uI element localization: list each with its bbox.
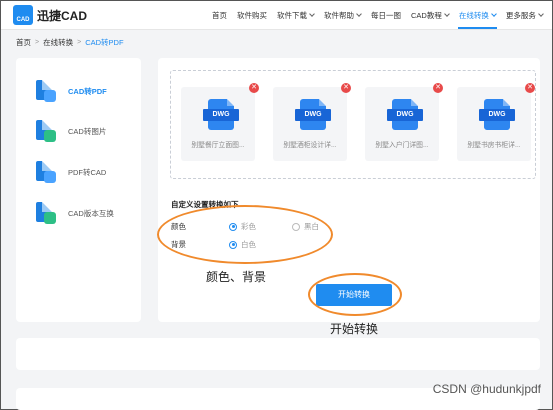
breadcrumb-separator: >	[35, 39, 40, 46]
nav-item-home[interactable]: 首页	[211, 1, 228, 29]
nav-item-online-convert[interactable]: 在线转换	[457, 1, 497, 29]
nav-label: CAD教程	[411, 10, 442, 20]
file-card[interactable]: DWG 别墅酒柜设计详... ✕	[273, 83, 351, 161]
breadcrumb-section[interactable]: 在线转换	[43, 37, 73, 48]
sidebar-item-cad-to-pdf[interactable]: CAD转PDF	[36, 80, 107, 102]
sidebar-item-cad-version[interactable]: CAD版本互换	[36, 202, 114, 224]
file-card[interactable]: DWG 别墅书房书柜详... ✕	[457, 83, 535, 161]
pdf-to-cad-icon	[36, 161, 56, 183]
file-card[interactable]: DWG 别墅入户门详图... ✕	[365, 83, 443, 161]
breadcrumb-separator: >	[77, 39, 82, 46]
sidebar-item-label: CAD转PDF	[68, 86, 107, 96]
nav-item-buy[interactable]: 软件购买	[236, 1, 268, 29]
cad-version-icon	[36, 202, 56, 224]
button-highlight-oval	[308, 273, 402, 316]
nav-item-daily[interactable]: 每日一图	[370, 1, 402, 29]
file-name: 别墅入户门详图...	[375, 142, 429, 149]
chevron-down-icon	[309, 10, 315, 17]
nav-item-help[interactable]: 软件帮助	[323, 1, 362, 29]
logo-mark-text: CAD	[16, 17, 30, 23]
chevron-down-icon	[444, 10, 450, 17]
settings-annotation: 颜色、背景	[206, 270, 267, 284]
nav-label: 软件下载	[277, 10, 307, 20]
nav-item-tutorial[interactable]: CAD教程	[410, 1, 450, 29]
chevron-down-icon	[356, 10, 362, 17]
breadcrumb-current: CAD转PDF	[85, 38, 124, 47]
file-card[interactable]: DWG 别墅餐厅立面图... ✕	[181, 83, 259, 161]
nav-label: 软件购买	[237, 10, 267, 20]
close-icon[interactable]: ✕	[433, 83, 443, 93]
nav-item-download[interactable]: 软件下载	[276, 1, 315, 29]
file-name: 别墅酒柜设计详...	[283, 142, 337, 149]
close-icon[interactable]: ✕	[341, 83, 351, 93]
file-type-badge: DWG	[387, 109, 423, 121]
cad-to-pdf-icon	[36, 80, 56, 102]
nav-item-more[interactable]: 更多服务	[505, 1, 544, 29]
settings-highlight-oval	[157, 205, 333, 264]
file-drop-zone[interactable]: DWG 别墅餐厅立面图... ✕ DWG 别墅酒柜设计详... ✕ DWG 别墅…	[170, 70, 536, 179]
chevron-down-icon	[538, 10, 544, 17]
nav-label: 更多服务	[505, 10, 536, 20]
top-navigation-bar: CAD 迅捷CAD 首页 软件购买 软件下载 软件帮助 每日一图 CAD教程 在…	[1, 1, 552, 30]
chevron-down-icon	[491, 10, 497, 17]
close-icon[interactable]: ✕	[525, 83, 535, 93]
sidebar-item-pdf-to-cad[interactable]: PDF转CAD	[36, 161, 106, 183]
nav-label: 首页	[212, 10, 227, 20]
breadcrumb-home[interactable]: 首页	[16, 37, 31, 48]
nav-label: 软件帮助	[324, 10, 354, 20]
sidebar-item-label: PDF转CAD	[68, 167, 107, 177]
close-icon[interactable]: ✕	[249, 83, 259, 93]
button-annotation: 开始转换	[330, 322, 379, 336]
file-type-badge: DWG	[295, 109, 331, 121]
sidebar-item-cad-to-image[interactable]: CAD转图片	[36, 120, 106, 142]
sidebar: CAD转PDF CAD转图片 PDF转CAD CAD版本互换	[16, 58, 141, 322]
cad-to-image-icon	[36, 120, 56, 142]
content-strip	[16, 338, 540, 370]
file-type-badge: DWG	[479, 109, 515, 121]
nav-label: 在线转换	[458, 10, 489, 20]
logo-icon: CAD	[13, 5, 33, 25]
watermark: CSDN @hudunkjpdf	[432, 382, 541, 396]
main-nav: 首页 软件购买 软件下载 软件帮助 每日一图 CAD教程 在线转换 更多服务	[211, 1, 544, 29]
file-name: 别墅餐厅立面图...	[191, 142, 245, 149]
sidebar-item-label: CAD版本互换	[68, 208, 114, 218]
sidebar-item-label: CAD转图片	[68, 126, 107, 136]
breadcrumb: 首页 > 在线转换 > CAD转PDF	[16, 37, 124, 48]
file-name: 别墅书房书柜详...	[467, 142, 521, 149]
logo-text: 迅捷CAD	[37, 8, 87, 23]
logo[interactable]: CAD 迅捷CAD	[13, 5, 87, 25]
nav-label: 每日一图	[371, 10, 401, 20]
file-type-badge: DWG	[203, 109, 239, 121]
